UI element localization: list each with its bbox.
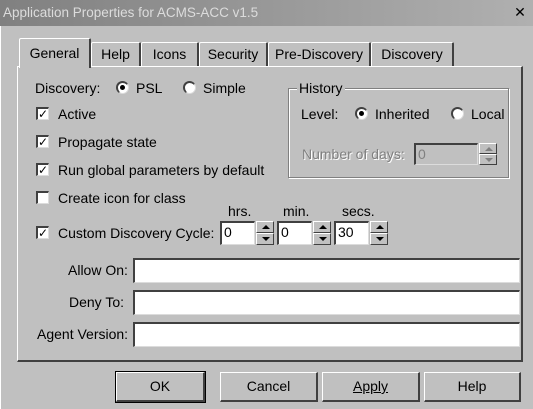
secs-field[interactable]: 30 xyxy=(334,221,369,245)
create-icon-checkbox[interactable] xyxy=(36,191,49,204)
history-local-radio[interactable] xyxy=(451,107,464,120)
spin-up-icon xyxy=(262,225,270,229)
tab-pre-discovery[interactable]: Pre-Discovery xyxy=(268,42,371,66)
cancel-button[interactable]: Cancel xyxy=(220,372,318,402)
min-spinner[interactable] xyxy=(313,221,331,245)
discovery-psl-label: PSL xyxy=(136,80,163,96)
tab-icons[interactable]: Icons xyxy=(141,42,199,66)
title-bar: Application Properties for ACMS-ACC v1.5… xyxy=(0,0,533,26)
history-title: History xyxy=(297,80,345,96)
history-level-label: Level: xyxy=(301,106,339,122)
min-field[interactable]: 0 xyxy=(277,221,312,245)
history-inherited-label: Inherited xyxy=(375,106,430,122)
tab-discovery[interactable]: Discovery xyxy=(371,42,454,66)
tab-security[interactable]: Security xyxy=(199,42,268,66)
deny-to-label: Deny To: xyxy=(69,294,124,310)
secs-label: secs. xyxy=(342,203,375,219)
tab-label: Pre-Discovery xyxy=(275,46,363,62)
spin-down-icon xyxy=(376,237,384,241)
hrs-field[interactable]: 0 xyxy=(220,221,255,245)
hrs-spinner[interactable] xyxy=(256,221,274,245)
close-icon[interactable]: ✕ xyxy=(512,4,528,20)
run-global-params-checkbox[interactable]: ✓ xyxy=(36,163,49,176)
custom-cycle-checkbox[interactable]: ✓ xyxy=(36,226,49,239)
active-checkbox[interactable]: ✓ xyxy=(36,107,49,120)
min-label: min. xyxy=(283,203,310,219)
propagate-state-checkbox[interactable]: ✓ xyxy=(36,135,49,148)
history-inherited-radio[interactable] xyxy=(355,107,368,120)
discovery-simple-radio[interactable] xyxy=(183,81,196,94)
number-of-days-field: 0 xyxy=(414,143,478,165)
create-icon-label: Create icon for class xyxy=(58,190,186,206)
run-global-params-label: Run global parameters by default xyxy=(58,162,265,178)
spin-down-icon xyxy=(485,158,493,162)
agent-version-field[interactable] xyxy=(133,322,520,347)
spin-up-icon xyxy=(485,147,493,151)
number-of-days-spinner xyxy=(479,143,497,165)
active-label: Active xyxy=(58,106,97,122)
propagate-state-label: Propagate state xyxy=(58,134,157,150)
apply-button[interactable]: Apply xyxy=(322,372,420,402)
tab-label: Help xyxy=(101,46,130,62)
secs-spinner[interactable] xyxy=(370,221,388,245)
hrs-label: hrs. xyxy=(228,203,252,219)
custom-cycle-label: Custom Discovery Cycle: xyxy=(58,225,215,241)
tab-general[interactable]: General xyxy=(19,38,91,68)
number-of-days-label: Number of days: xyxy=(302,146,405,162)
allow-on-field[interactable] xyxy=(133,258,520,283)
ok-button[interactable]: OK xyxy=(115,371,206,403)
allow-on-label: Allow On: xyxy=(68,262,128,278)
discovery-label: Discovery: xyxy=(35,80,101,96)
help-button[interactable]: Help xyxy=(424,372,521,402)
tab-label: Security xyxy=(207,46,259,62)
window-title: Application Properties for ACMS-ACC v1.5 xyxy=(3,5,259,20)
tab-label: Discovery xyxy=(381,46,443,62)
discovery-psl-radio[interactable] xyxy=(116,81,129,94)
tab-label: Icons xyxy=(152,46,187,62)
tab-label: General xyxy=(29,45,80,61)
deny-to-field[interactable] xyxy=(133,290,520,315)
spin-down-icon xyxy=(319,237,327,241)
spin-down-icon xyxy=(262,237,270,241)
tab-help[interactable]: Help xyxy=(91,42,141,66)
spin-up-icon xyxy=(376,225,384,229)
history-local-label: Local xyxy=(471,106,505,122)
discovery-simple-label: Simple xyxy=(203,80,246,96)
agent-version-label: Agent Version: xyxy=(37,326,129,342)
spin-up-icon xyxy=(319,225,327,229)
